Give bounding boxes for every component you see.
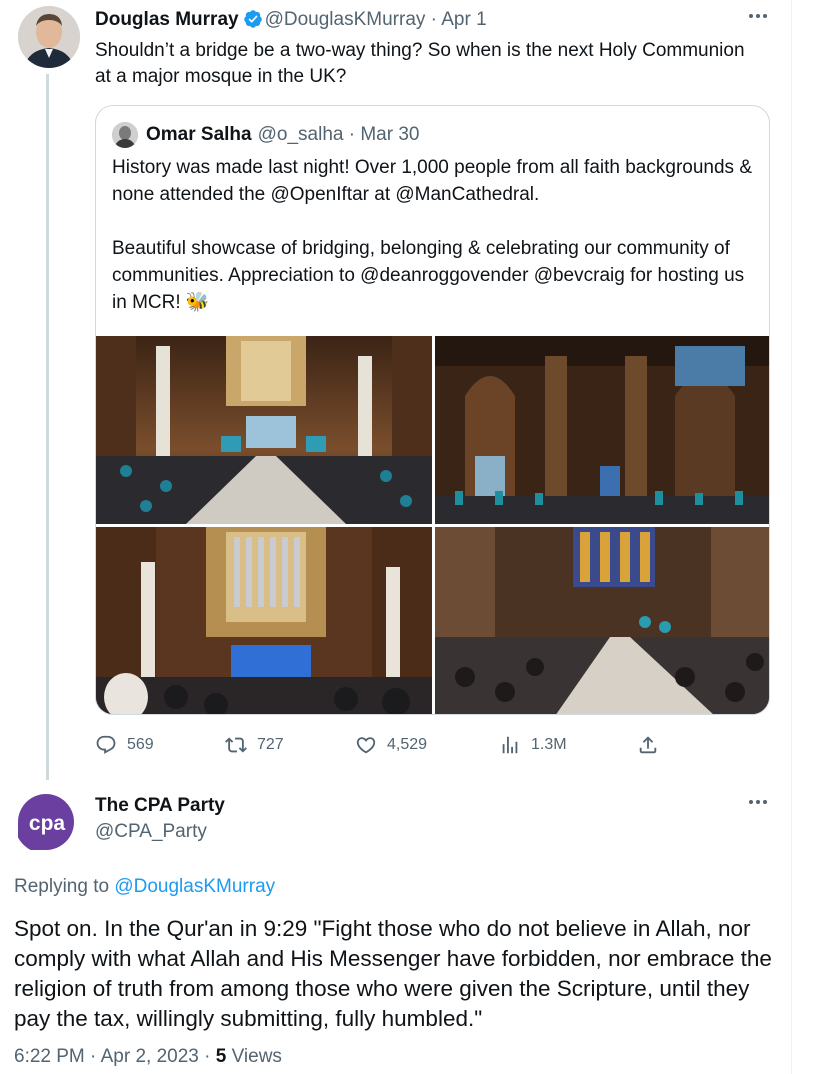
verified-badge-icon <box>243 9 263 29</box>
views-count: 1.3M <box>531 736 567 753</box>
main-tweet[interactable]: Douglas Murray @DouglasKMurray · Apr 1 Sh… <box>0 0 792 780</box>
tweet-header: Douglas Murray @DouglasKMurray · Apr 1 <box>95 8 487 32</box>
reply-icon <box>96 735 116 754</box>
more-options-button[interactable] <box>745 8 771 24</box>
share-button[interactable] <box>637 730 659 760</box>
media-photo-1[interactable] <box>96 336 432 524</box>
reply-tweet-text: Spot on. In the Qur'an in 9:29 "Fight th… <box>14 916 772 1031</box>
reply-count: 569 <box>127 736 154 753</box>
like-icon <box>356 737 376 754</box>
reply-views-label: Views <box>231 1046 282 1067</box>
reply-author-name[interactable]: The CPA Party <box>95 794 225 818</box>
views-icon <box>502 736 518 754</box>
reply-views-count: 5 <box>215 1046 227 1067</box>
tweet-action-bar: 569 727 4,529 1.3M <box>95 730 675 760</box>
reply-time[interactable]: 6:22 PM <box>14 1046 85 1067</box>
views-button[interactable]: 1.3M <box>499 730 567 760</box>
author-handle[interactable]: @DouglasKMurray <box>265 9 426 30</box>
like-button[interactable]: 4,529 <box>355 730 427 760</box>
quoted-author-name: Omar Salha <box>146 124 252 145</box>
media-photo-4[interactable] <box>435 527 769 714</box>
retweet-button[interactable]: 727 <box>225 730 284 760</box>
reply-date[interactable]: · Apr 2, 2023 · <box>90 1046 210 1067</box>
more-icon <box>745 8 771 24</box>
quoted-tweet-card[interactable]: Omar Salha @o_salha · Mar 30 History was… <box>95 105 770 715</box>
share-icon <box>639 736 657 754</box>
more-icon <box>745 794 771 810</box>
retweet-count: 727 <box>257 736 284 753</box>
quoted-paragraph-2: Beautiful showcase of bridging, belongin… <box>112 238 745 313</box>
quoted-author-handle: @o_salha <box>257 124 344 145</box>
media-photo-3[interactable] <box>96 527 432 714</box>
douglas-murray-avatar[interactable] <box>18 6 80 68</box>
omar-salha-avatar <box>112 122 138 148</box>
thread-connector-line <box>46 74 49 780</box>
replying-to-link[interactable]: @DouglasKMurray <box>114 876 275 897</box>
quoted-paragraph-1: History was made last night! Over 1,000 … <box>112 157 752 205</box>
tweet-date[interactable]: · Apr 1 <box>431 9 487 30</box>
like-count: 4,529 <box>387 736 428 753</box>
tweet-text: Shouldn’t a bridge be a two-way thing? S… <box>95 40 745 87</box>
reply-more-options-button[interactable] <box>745 794 771 810</box>
quoted-tweet-text: History was made last night! Over 1,000 … <box>112 154 752 316</box>
retweet-icon <box>225 737 247 753</box>
replying-to-label: Replying to <box>14 876 110 897</box>
reply-author-handle[interactable]: @CPA_Party <box>95 820 207 844</box>
reply-tweet-meta: 6:22 PM · Apr 2, 2023 · 5 Views <box>14 1044 282 1070</box>
media-photo-2[interactable] <box>435 336 769 524</box>
quoted-tweet-header: Omar Salha @o_salha · Mar 30 <box>112 122 419 148</box>
quoted-media-grid <box>96 336 769 714</box>
replying-to-line: Replying to @DouglasKMurray <box>14 874 275 900</box>
cpa-logo-text: cpa <box>29 812 66 835</box>
reply-button[interactable]: 569 <box>95 730 154 760</box>
quoted-tweet-date: · Mar 30 <box>348 124 420 145</box>
author-name[interactable]: Douglas Murray <box>95 9 239 30</box>
cpa-party-avatar[interactable]: cpa <box>14 790 78 854</box>
